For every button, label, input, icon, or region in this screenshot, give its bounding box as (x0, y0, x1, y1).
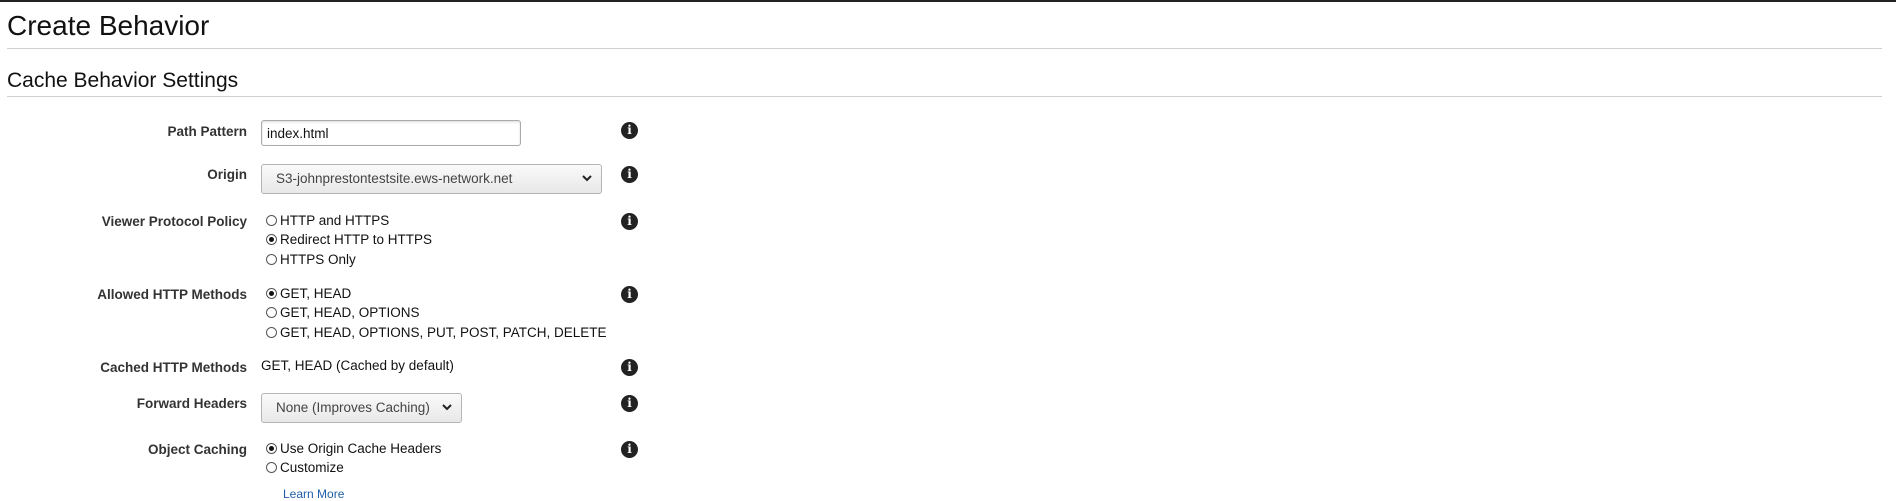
info-icon[interactable]: i (621, 359, 638, 376)
radio-button-selected[interactable] (266, 288, 277, 299)
origin-select-value: S3-johnprestontestsite.ews-network.net (276, 171, 513, 186)
radio-label: GET, HEAD, OPTIONS (280, 305, 420, 320)
radio-label: HTTPS Only (280, 252, 356, 267)
title-divider (7, 48, 1882, 49)
section-divider (7, 96, 1882, 97)
origin-label: Origin (207, 167, 247, 182)
radio-label: HTTP and HTTPS (280, 213, 390, 228)
radio-option-customize[interactable]: Customize (266, 459, 344, 477)
radio-option-http-and-https[interactable]: HTTP and HTTPS (266, 212, 389, 230)
radio-button[interactable] (266, 462, 277, 473)
forward-headers-select[interactable]: None (Improves Caching) (261, 393, 462, 423)
radio-label: Redirect HTTP to HTTPS (280, 232, 433, 247)
info-icon[interactable]: i (621, 395, 638, 412)
radio-option-https-only[interactable]: HTTPS Only (266, 251, 356, 269)
radio-label: GET, HEAD (280, 286, 352, 301)
origin-select[interactable]: S3-johnprestontestsite.ews-network.net (261, 164, 602, 194)
top-border (0, 0, 1896, 2)
path-pattern-label: Path Pattern (167, 124, 247, 139)
radio-label: GET, HEAD, OPTIONS, PUT, POST, PATCH, DE… (280, 325, 607, 340)
radio-button[interactable] (266, 327, 277, 338)
radio-button[interactable] (266, 215, 277, 226)
radio-button-selected[interactable] (266, 234, 277, 245)
info-icon[interactable]: i (621, 166, 638, 183)
page-title: Create Behavior (7, 10, 210, 41)
radio-option-all-methods[interactable]: GET, HEAD, OPTIONS, PUT, POST, PATCH, DE… (266, 324, 607, 342)
learn-more-link[interactable]: Learn More (283, 487, 344, 501)
info-icon[interactable]: i (621, 122, 638, 139)
info-icon[interactable]: i (621, 286, 638, 303)
radio-option-use-origin-cache-headers[interactable]: Use Origin Cache Headers (266, 440, 441, 458)
viewer-protocol-policy-label: Viewer Protocol Policy (101, 214, 247, 229)
radio-button-selected[interactable] (266, 443, 277, 454)
radio-option-get-head[interactable]: GET, HEAD (266, 285, 351, 303)
section-title: Cache Behavior Settings (7, 69, 239, 92)
radio-option-redirect-http-to-https[interactable]: Redirect HTTP to HTTPS (266, 231, 432, 249)
cached-http-methods-value: GET, HEAD (Cached by default) (261, 358, 454, 373)
radio-button[interactable] (266, 254, 277, 265)
radio-option-get-head-options[interactable]: GET, HEAD, OPTIONS (266, 304, 420, 322)
path-pattern-input[interactable] (261, 120, 521, 146)
radio-button[interactable] (266, 307, 277, 318)
cached-http-methods-label: Cached HTTP Methods (100, 360, 247, 375)
info-icon[interactable]: i (621, 213, 638, 230)
chevron-down-icon (442, 404, 452, 411)
radio-label: Use Origin Cache Headers (280, 441, 442, 456)
radio-label: Customize (280, 460, 344, 475)
allowed-http-methods-label: Allowed HTTP Methods (97, 287, 247, 302)
object-caching-label: Object Caching (147, 442, 247, 457)
info-icon[interactable]: i (621, 441, 638, 458)
create-behavior-page: Create Behavior Cache Behavior Settings … (0, 0, 1896, 501)
chevron-down-icon (582, 175, 592, 182)
forward-headers-label: Forward Headers (136, 396, 247, 411)
forward-headers-select-value: None (Improves Caching) (276, 400, 430, 415)
